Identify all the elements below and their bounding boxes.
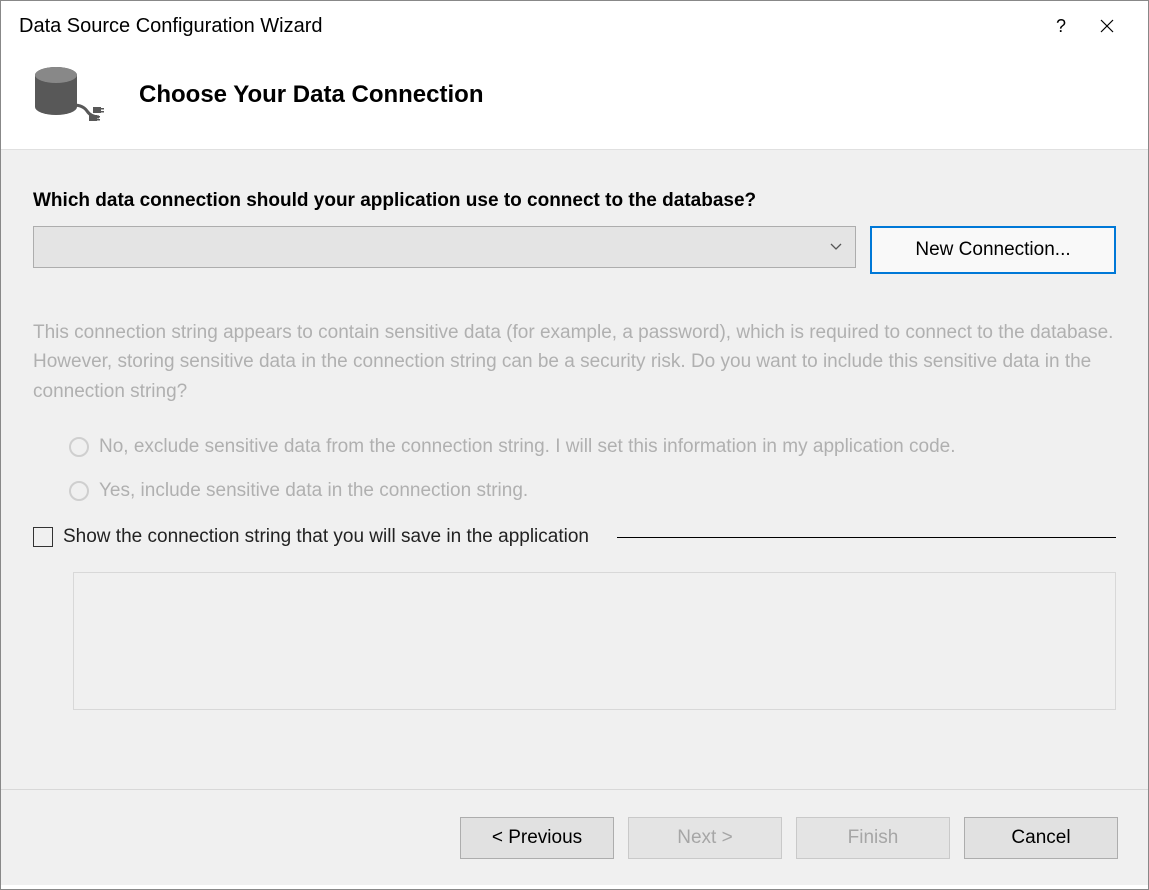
sensitive-data-radio-group: No, exclude sensitive data from the conn… — [69, 436, 1116, 502]
cancel-label: Cancel — [1011, 827, 1070, 849]
connection-string-textbox — [73, 572, 1116, 710]
radio-exclude-sensitive: No, exclude sensitive data from the conn… — [69, 436, 1116, 458]
window-title: Data Source Configuration Wizard — [19, 15, 1038, 38]
new-connection-label: New Connection... — [915, 239, 1070, 261]
question-label: Which data connection should your applic… — [33, 190, 1116, 212]
next-label: Next > — [677, 827, 732, 849]
expander-label: Show the connection string that you will… — [63, 526, 589, 548]
connection-dropdown[interactable] — [33, 226, 856, 268]
radio-exclude-label: No, exclude sensitive data from the conn… — [99, 436, 955, 458]
radio-icon — [69, 437, 89, 457]
wizard-header: Choose Your Data Connection — [1, 51, 1148, 149]
radio-include-label: Yes, include sensitive data in the conne… — [99, 480, 528, 502]
close-button[interactable] — [1084, 6, 1130, 46]
wizard-content: Which data connection should your applic… — [1, 149, 1148, 789]
expand-box-icon — [33, 527, 53, 547]
close-icon — [1100, 19, 1114, 33]
finish-button: Finish — [796, 817, 950, 859]
connection-row: New Connection... — [33, 226, 1116, 274]
help-button[interactable]: ? — [1038, 6, 1084, 46]
wizard-footer: < Previous Next > Finish Cancel — [1, 789, 1148, 885]
previous-button[interactable]: < Previous — [460, 817, 614, 859]
chevron-down-icon — [829, 242, 843, 252]
sensitive-data-explanation: This connection string appears to contai… — [33, 318, 1116, 406]
titlebar: Data Source Configuration Wizard ? — [1, 1, 1148, 51]
divider — [617, 537, 1116, 538]
database-icon — [29, 65, 109, 125]
page-heading: Choose Your Data Connection — [139, 81, 483, 109]
help-icon: ? — [1056, 16, 1066, 37]
new-connection-button[interactable]: New Connection... — [870, 226, 1116, 274]
cancel-button[interactable]: Cancel — [964, 817, 1118, 859]
previous-label: < Previous — [492, 827, 582, 849]
next-button: Next > — [628, 817, 782, 859]
show-connection-string-expander[interactable]: Show the connection string that you will… — [33, 526, 1116, 548]
radio-icon — [69, 481, 89, 501]
radio-include-sensitive: Yes, include sensitive data in the conne… — [69, 480, 1116, 502]
finish-label: Finish — [848, 827, 899, 849]
